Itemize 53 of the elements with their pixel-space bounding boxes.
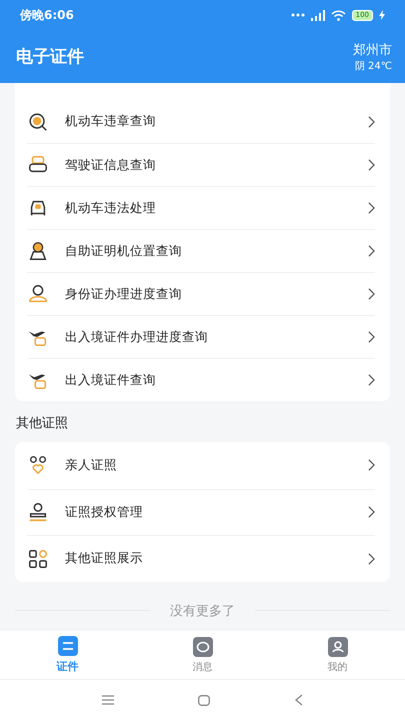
list-item[interactable]: 证照授权管理: [27, 488, 375, 535]
chevron-icon: [368, 331, 375, 343]
list-item[interactable]: 自助证明机位置查询: [27, 229, 375, 272]
list-item[interactable]: 出入境证件办理进度查询: [27, 315, 375, 358]
chevron-icon: [368, 374, 375, 386]
weather-text: 阴 24℃: [354, 60, 392, 72]
chevron-icon: [368, 459, 375, 472]
chevron-icon: [368, 159, 375, 171]
chat-icon: [192, 636, 212, 656]
person-icon: [27, 283, 49, 305]
item-label: 机动车违章查询: [65, 113, 157, 130]
chevron-icon: [368, 116, 375, 128]
location-pin-icon: [27, 240, 49, 262]
user-icon: [328, 636, 348, 656]
back-icon[interactable]: [294, 694, 303, 706]
status-time: 傍晚6:06: [20, 6, 74, 24]
search-icon: [27, 110, 49, 132]
more-dots-icon: [290, 13, 305, 17]
signal-icon: [310, 10, 325, 20]
people-heart-icon: [27, 454, 49, 476]
item-label: 驾驶证信息查询: [65, 156, 157, 174]
page-title: 电子证件: [16, 46, 84, 68]
item-label: 出入境证件办理进度查询: [65, 328, 209, 346]
item-label: 机动车违法处理: [65, 200, 157, 216]
item-label: 出入境证件查询: [65, 372, 157, 388]
home-icon[interactable]: [198, 694, 210, 706]
item-label: 亲人证照: [65, 456, 118, 474]
nav-tab[interactable]: 消息: [135, 631, 270, 679]
list-item[interactable]: 机动车违法处理: [27, 186, 375, 229]
list-item[interactable]: 身份证办理进度查询: [27, 272, 375, 315]
chevron-icon: [368, 202, 375, 214]
wifi-icon: [330, 10, 346, 20]
end-note: 没有更多了: [170, 602, 235, 620]
stamp-icon: [27, 501, 49, 524]
nav-tab[interactable]: 我的: [270, 631, 405, 679]
grid-icon: [27, 548, 49, 570]
document-icon: [58, 636, 78, 656]
charging-icon: [379, 10, 385, 20]
chevron-icon: [368, 288, 375, 300]
list-item[interactable]: 亲人证照: [27, 442, 375, 488]
section-title: 其他证照: [15, 415, 69, 433]
chevron-icon: [368, 506, 375, 518]
chevron-icon: [368, 245, 375, 257]
item-label: 自助证明机位置查询: [65, 242, 183, 260]
list-item[interactable]: 驾驶证信息查询: [27, 143, 375, 186]
item-label: 证照授权管理: [65, 504, 144, 521]
list-item[interactable]: 其他证照展示: [27, 535, 375, 582]
chevron-icon: [368, 552, 375, 565]
item-label: 身份证办理进度查询: [65, 286, 183, 302]
menu-icon[interactable]: [102, 695, 114, 705]
list-item[interactable]: 机动车违章查询: [27, 100, 375, 143]
item-label: 其他证照展示: [65, 550, 144, 568]
list-item[interactable]: 出入境证件查询: [27, 358, 375, 401]
